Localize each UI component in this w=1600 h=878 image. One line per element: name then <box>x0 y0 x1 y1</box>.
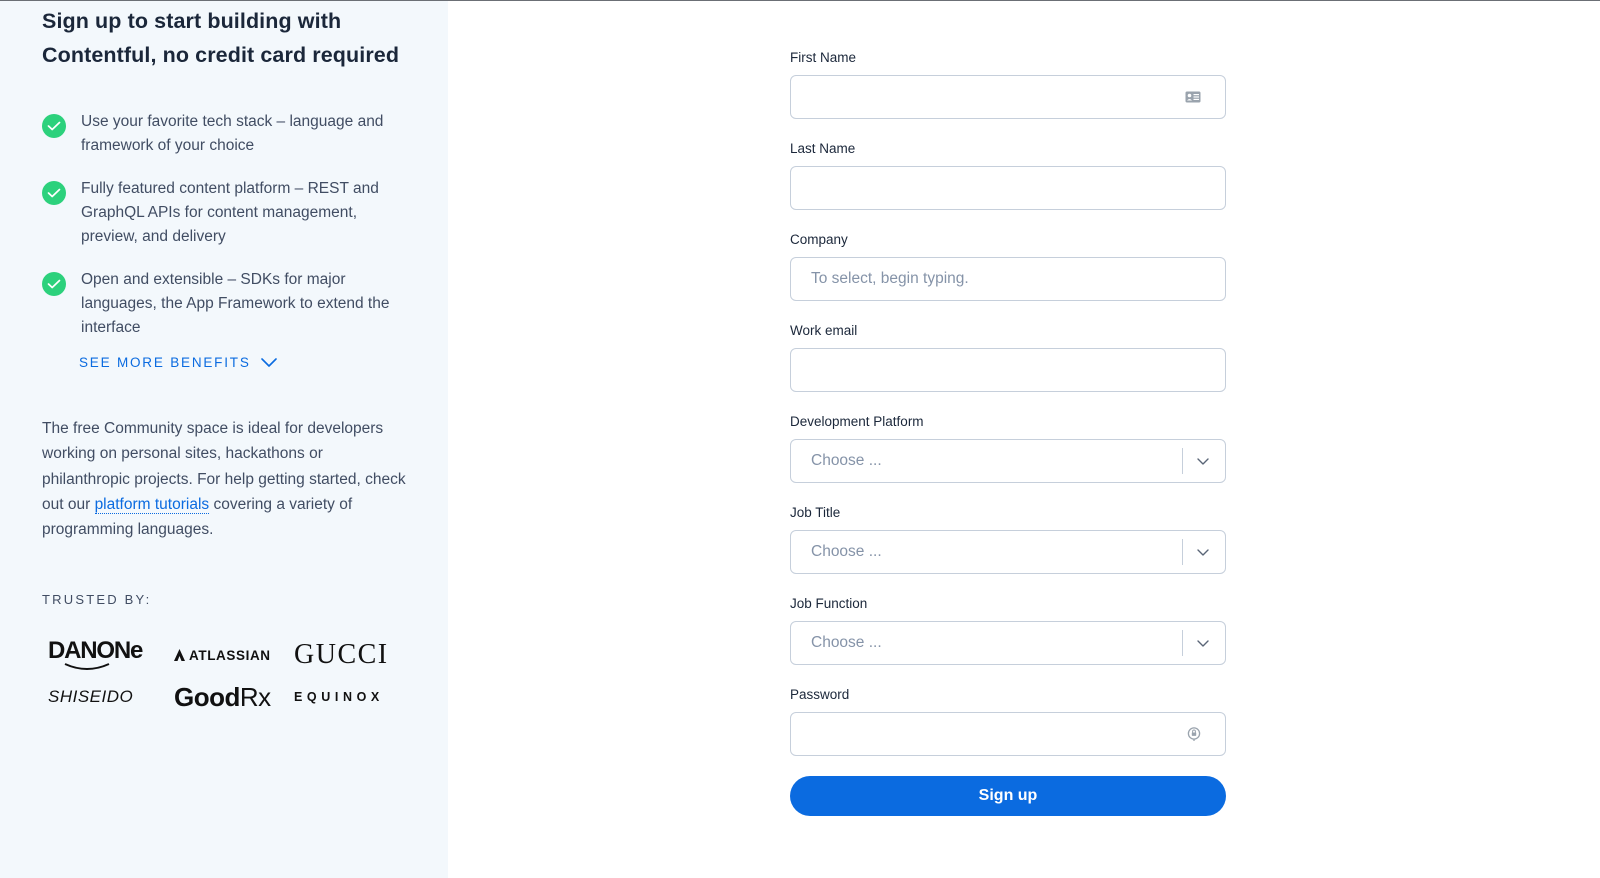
chevron-down-icon[interactable] <box>1197 639 1209 647</box>
benefits-list: Use your favorite tech stack – language … <box>42 110 412 359</box>
benefit-text: Use your favorite tech stack – language … <box>81 113 384 154</box>
development-platform-value: Choose ... <box>811 452 882 469</box>
top-border <box>0 0 1600 1</box>
goodrx-wordmark: Good <box>174 681 240 712</box>
goodrx-rx: Rx <box>239 681 271 712</box>
company-field: Company <box>790 230 1226 301</box>
work-email-input[interactable] <box>791 349 1225 391</box>
danone-smile-icon <box>64 663 110 670</box>
benefit-item: Use your favorite tech stack – language … <box>42 110 412 158</box>
work-email-label: Work email <box>790 323 858 338</box>
contact-card-icon[interactable] <box>1185 91 1201 103</box>
benefit-item: Fully featured content platform – REST a… <box>42 177 412 249</box>
select-separator <box>1182 448 1183 474</box>
benefits-panel: Sign up to start building with Contentfu… <box>0 0 448 878</box>
job-title-select[interactable]: Choose ... <box>790 530 1226 574</box>
job-title-label: Job Title <box>790 505 841 520</box>
password-label: Password <box>790 687 850 702</box>
gucci-logo: GUCCI <box>294 639 389 670</box>
job-title-value: Choose ... <box>811 543 882 560</box>
customer-logos: DANONe ATLASSIAN GUCCI SHISEIDO GoodRx E… <box>42 636 402 720</box>
check-circle-icon <box>42 114 66 138</box>
password-key-icon[interactable] <box>1187 727 1201 742</box>
shiseido-logo: SHISEIDO <box>48 687 134 706</box>
danone-wordmark: DANONe <box>48 637 143 664</box>
job-title-field: Job Title Choose ... <box>790 503 1226 574</box>
first-name-field: First Name <box>790 48 1226 119</box>
sign-up-button[interactable]: Sign up <box>790 776 1226 816</box>
job-function-label: Job Function <box>790 596 868 611</box>
development-platform-select[interactable]: Choose ... <box>790 439 1226 483</box>
development-platform-label: Development Platform <box>790 414 924 429</box>
password-input[interactable] <box>791 713 1225 755</box>
atlassian-wordmark: ATLASSIAN <box>189 647 271 663</box>
benefit-text: Fully featured content platform – REST a… <box>81 180 379 245</box>
job-function-select[interactable]: Choose ... <box>790 621 1226 665</box>
first-name-label: First Name <box>790 50 857 65</box>
benefit-text: Open and extensible – SDKs for major lan… <box>81 271 390 336</box>
benefit-item: Open and extensible – SDKs for major lan… <box>42 268 412 340</box>
check-circle-icon <box>42 181 66 205</box>
company-input[interactable] <box>791 258 1225 300</box>
job-function-value: Choose ... <box>811 634 882 651</box>
last-name-input[interactable] <box>791 167 1225 209</box>
development-platform-field: Development Platform Choose ... <box>790 412 1226 483</box>
see-more-benefits-toggle[interactable]: SEE MORE BENEFITS <box>79 355 277 370</box>
chevron-down-icon[interactable] <box>1197 457 1209 465</box>
equinox-logo: EQUINOX <box>294 690 384 704</box>
company-label: Company <box>790 232 848 247</box>
community-description: The free Community space is ideal for de… <box>42 416 412 542</box>
goodrx-logo: GoodRx <box>168 682 294 713</box>
password-field: Password <box>790 685 1226 756</box>
chevron-down-icon[interactable] <box>1197 548 1209 556</box>
check-circle-icon <box>42 272 66 296</box>
trusted-by-label: TRUSTED BY: <box>42 592 152 607</box>
work-email-field: Work email <box>790 321 1226 392</box>
select-separator <box>1182 539 1183 565</box>
platform-tutorials-link[interactable]: platform tutorials <box>94 495 210 514</box>
first-name-input[interactable] <box>791 76 1225 118</box>
atlassian-logo: ATLASSIAN <box>168 648 294 663</box>
job-function-field: Job Function Choose ... <box>790 594 1226 665</box>
chevron-down-icon <box>260 357 277 367</box>
signup-form: First Name Last Name Company Work email … <box>790 48 1226 816</box>
page-headline: Sign up to start building with Contentfu… <box>42 9 400 67</box>
last-name-field: Last Name <box>790 139 1226 210</box>
select-separator <box>1182 630 1183 656</box>
danone-logo: DANONe <box>42 637 168 670</box>
atlassian-mark-icon <box>174 649 185 661</box>
see-more-benefits-label: SEE MORE BENEFITS <box>79 355 251 370</box>
last-name-label: Last Name <box>790 141 856 156</box>
